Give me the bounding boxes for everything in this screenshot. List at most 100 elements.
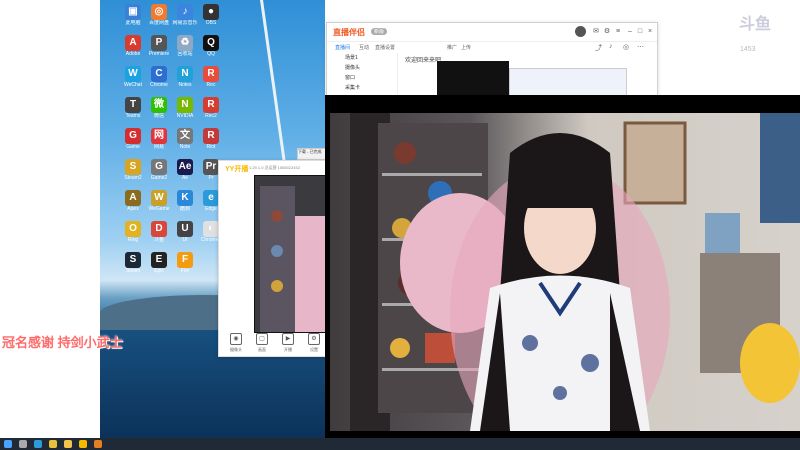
- desktop-icon[interactable]: 文 Note: [172, 128, 198, 158]
- desktop-icon[interactable]: N Notes: [172, 66, 198, 96]
- message-icon[interactable]: ✉: [592, 28, 600, 36]
- desktop-icon-label: 微信: [153, 113, 164, 119]
- desktop-icon[interactable]: G Game: [120, 128, 146, 158]
- app-icon: R: [203, 97, 219, 113]
- chrome-icon[interactable]: [49, 440, 57, 448]
- edge-icon[interactable]: [34, 440, 42, 448]
- more-icon[interactable]: ⋯: [637, 43, 644, 51]
- scene-item[interactable]: 摄像头: [327, 63, 397, 73]
- app-icon: 文: [177, 128, 193, 144]
- stream-helper-tabs: 直播间 互动 直播设置 推广 上传 ⤴ ♪ ◎ ⋯: [327, 41, 657, 53]
- desktop-icon-label: 斗鱼: [153, 237, 164, 243]
- app-icon: ♪: [177, 4, 193, 20]
- desktop-icon-label: Apex: [127, 206, 139, 212]
- scene-item[interactable]: 采集卡: [327, 83, 397, 93]
- desktop-icon[interactable]: K 酷狗: [172, 190, 198, 220]
- app-icon: G: [151, 159, 167, 175]
- tab-promote[interactable]: 推广: [447, 44, 457, 51]
- stream-helper-titlebar[interactable]: 直播伴侣 新版 ✉ ⚙ ≡ – □ ×: [327, 23, 657, 42]
- desktop-icon[interactable]: G Game2: [146, 159, 172, 189]
- app-icon: S: [125, 159, 141, 175]
- stream-helper-window[interactable]: 直播伴侣 新版 ✉ ⚙ ≡ – □ × 直播间 互动 直播设置 推广 上传 ⤴ …: [326, 22, 658, 100]
- yy-button-icon: ▢: [256, 333, 268, 345]
- yy-logo: YY开播: [225, 166, 249, 173]
- windows-icon[interactable]: [4, 440, 12, 448]
- scene-item[interactable]: 窗口: [327, 73, 397, 83]
- folder-icon[interactable]: [64, 440, 72, 448]
- app-icon: N: [177, 66, 193, 82]
- yy-toolbar-button[interactable]: ◉ 摄像头: [225, 333, 247, 353]
- desktop-icon-label: Riot: [206, 144, 216, 150]
- stream-helper-logo: 直播伴侣: [333, 28, 365, 37]
- maximize-icon[interactable]: □: [636, 28, 644, 36]
- desktop-icon[interactable]: P Premiere: [146, 35, 172, 65]
- yy-toolbar-button[interactable]: ▶ 开播: [277, 333, 299, 353]
- settings-icon[interactable]: ⚙: [603, 28, 611, 36]
- desktop-icon[interactable]: E Epic: [146, 252, 172, 282]
- app-icon: D: [151, 221, 167, 237]
- desktop-icon-label: Adobe: [125, 51, 141, 57]
- app-icon: e: [203, 190, 219, 206]
- taskbar: [0, 438, 800, 450]
- app-icon: C: [151, 66, 167, 82]
- desktop-icon[interactable]: D 斗鱼: [146, 221, 172, 251]
- desktop-icon-label: Notes: [178, 82, 192, 88]
- desktop-icon-label: Teams: [125, 113, 141, 119]
- yy-titlebar[interactable]: YY开播 1.29.1.0 总运营 1568022452: [219, 161, 329, 175]
- desktop-icon[interactable]: R Riot: [198, 128, 224, 158]
- desktop-icon-label: Game2: [150, 175, 168, 181]
- store-icon[interactable]: [94, 440, 102, 448]
- tab-live[interactable]: 直播间: [335, 44, 350, 51]
- record-icon[interactable]: ◎: [623, 43, 629, 51]
- desktop-icon-label: Steam: [125, 268, 141, 274]
- desktop-icon[interactable]: 网网易: [146, 128, 172, 158]
- tab-interact[interactable]: 互动: [359, 44, 369, 51]
- desktop-icon[interactable]: U UI: [172, 221, 198, 251]
- desktop-icon[interactable]: R Rec2: [198, 97, 224, 127]
- avatar[interactable]: [575, 26, 586, 37]
- desktop-icon[interactable]: W WeGame: [146, 190, 172, 220]
- menu-icon[interactable]: ≡: [614, 28, 622, 36]
- desktop-icon[interactable]: ◎ 百度网盘: [146, 4, 172, 34]
- desktop-icon[interactable]: C Chrome: [146, 66, 172, 96]
- app-icon: P: [151, 35, 167, 51]
- desktop-icon[interactable]: ▣ 此电脑: [120, 4, 146, 34]
- tab-upload[interactable]: 上传: [461, 44, 471, 51]
- yy-toolbar: ◉ 摄像头 ▢ 画面 ▶ 开播 ⚙ 设置: [219, 331, 329, 356]
- desktop-icon[interactable]: T Teams: [120, 97, 146, 127]
- desktop-icon[interactable]: A Apex: [120, 190, 146, 220]
- desktop-icon[interactable]: O Ring: [120, 221, 146, 251]
- app-icon: S: [125, 252, 141, 268]
- desktop-icon[interactable]: S Steam: [120, 252, 146, 282]
- app-icon: 网: [151, 128, 167, 144]
- yy-toolbar-button[interactable]: ▢ 画面: [251, 333, 273, 353]
- scene-item[interactable]: 场景1: [327, 53, 397, 63]
- desktop-icon-label: WeGame: [148, 206, 170, 212]
- desktop-icon[interactable]: ♻ 回收站: [172, 35, 198, 65]
- desktop-icon[interactable]: 微微信: [146, 97, 172, 127]
- camera-feed: [330, 113, 800, 431]
- desktop-icon[interactable]: R Rec: [198, 66, 224, 96]
- yy-toolbar-button[interactable]: ⚙ 设置: [303, 333, 325, 353]
- desktop-icon[interactable]: A Adobe: [120, 35, 146, 65]
- share-icon[interactable]: ⤴: [595, 43, 602, 53]
- desktop-icon[interactable]: ● OBS: [198, 4, 224, 34]
- sail-mast: [260, 0, 287, 169]
- yy-button-icon: ◉: [230, 333, 242, 345]
- close-icon[interactable]: ×: [646, 28, 654, 36]
- desktop-icon[interactable]: Q QQ: [198, 35, 224, 65]
- yy-icon[interactable]: [79, 440, 87, 448]
- app-icon: K: [177, 190, 193, 206]
- desktop-icon[interactable]: F Fire: [172, 252, 198, 282]
- yy-window[interactable]: YY开播 1.29.1.0 总运营 1568022452 ◉ 摄像头 ▢ 画面 ▶ 开播 ⚙…: [218, 160, 330, 357]
- bell-icon[interactable]: ♪: [609, 43, 613, 50]
- tab-settings[interactable]: 直播设置: [375, 44, 395, 51]
- search-icon[interactable]: [19, 440, 27, 448]
- desktop-icon[interactable]: S Steam2: [120, 159, 146, 189]
- desktop-icon[interactable]: ♪ 网易云音乐: [172, 4, 198, 34]
- minimize-icon[interactable]: –: [626, 28, 634, 36]
- desktop-icon[interactable]: Ae Ae: [172, 159, 198, 189]
- desktop-icon[interactable]: N NVIDIA: [172, 97, 198, 127]
- desktop-icon[interactable]: W WeChat: [120, 66, 146, 96]
- yy-button-label: 开播: [284, 347, 292, 352]
